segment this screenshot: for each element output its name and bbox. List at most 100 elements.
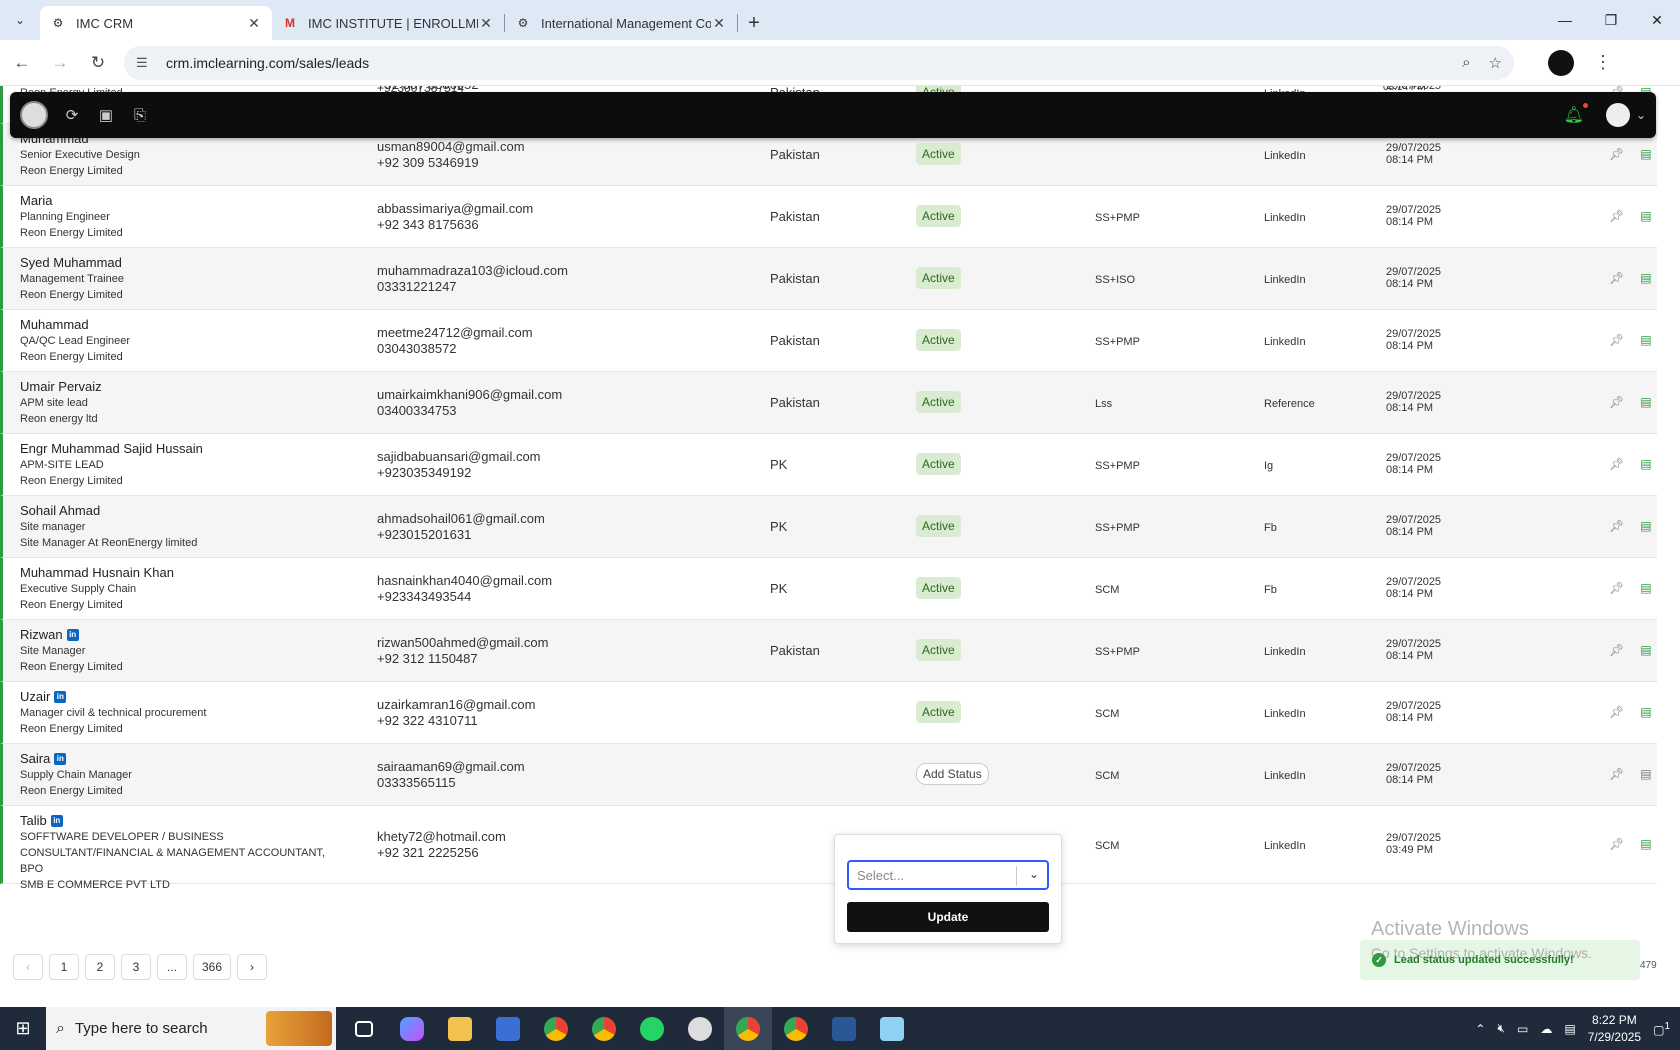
lead-name[interactable]: Rizwan <box>20 627 63 643</box>
status-badge[interactable]: Active <box>916 143 961 165</box>
linkedin-icon[interactable]: in <box>54 691 67 703</box>
restore-icon[interactable]: ❐ <box>1588 0 1634 40</box>
lead-phone[interactable]: +923035349192 <box>377 465 541 481</box>
browser-profile-avatar[interactable] <box>1548 49 1574 76</box>
speaker-muted-icon[interactable]: 🔇︎ <box>1497 1021 1505 1036</box>
windows-start-icon[interactable]: ⊞ <box>0 1007 46 1050</box>
battery-icon[interactable]: ▭ <box>1517 1022 1528 1036</box>
close-tab-icon[interactable]: ✕ <box>711 15 727 32</box>
chevron-down-icon[interactable]: ⌄ <box>1029 867 1039 881</box>
lead-name[interactable]: Muhammad Husnain Khan <box>20 565 174 581</box>
minimize-icon[interactable]: — <box>1542 0 1588 40</box>
task-view-icon[interactable] <box>340 1007 388 1050</box>
document-icon[interactable]: ⎘ <box>130 105 150 125</box>
notes-icon[interactable]: ▤ <box>1640 456 1651 472</box>
copilot-icon[interactable] <box>388 1007 436 1050</box>
update-button[interactable]: Update <box>847 902 1049 932</box>
notes-icon[interactable]: ▤ <box>1640 836 1651 852</box>
whatsapp-icon[interactable] <box>628 1007 676 1050</box>
notification-bell-icon[interactable]: 🔔︎ <box>1564 103 1588 125</box>
lead-phone[interactable]: +92 322 4310711 <box>377 713 535 729</box>
lead-name[interactable]: Syed Muhammad <box>20 255 122 271</box>
new-tab-button[interactable]: + <box>738 6 770 40</box>
status-badge[interactable]: Active <box>916 329 961 351</box>
lead-phone[interactable]: 03043038572 <box>377 341 533 357</box>
pin-icon[interactable]: 📌︎ <box>1609 456 1624 472</box>
lead-phone[interactable]: +92 321 2225256 <box>377 845 506 861</box>
page-button[interactable]: 3 <box>121 954 151 980</box>
pin-icon[interactable]: 📌︎ <box>1609 580 1624 596</box>
pin-icon[interactable]: 📌︎ <box>1609 270 1624 286</box>
notes-icon[interactable]: ▤ <box>1640 394 1651 410</box>
status-select[interactable]: Select... ⌄ <box>847 860 1049 890</box>
lead-email[interactable]: sairaaman69@gmail.com <box>377 759 525 775</box>
clock-app-icon[interactable] <box>676 1007 724 1050</box>
lead-name[interactable]: Umair Pervaiz <box>20 379 102 395</box>
tab-imc-enrollment[interactable]: M IMC INSTITUTE | ENROLLMENT ✕ <box>272 6 504 40</box>
lead-email[interactable]: muhammadraza103@icloud.com <box>377 263 568 279</box>
next-page-button[interactable]: › <box>237 954 268 980</box>
notes-icon[interactable]: ▤ <box>1640 518 1651 534</box>
linkedin-icon[interactable]: in <box>66 629 79 641</box>
table-row[interactable]: Muhammad Husnain Khan Executive Supply Ch… <box>0 558 1657 620</box>
table-row[interactable]: Uzair in Manager civil & technical procure… <box>0 682 1657 744</box>
lead-email[interactable]: khety72@hotmail.com <box>377 829 506 845</box>
taskbar-search[interactable]: ⌕ Type here to search <box>46 1007 336 1050</box>
imc-logo[interactable] <box>20 101 48 129</box>
pin-icon[interactable]: 📌︎ <box>1609 518 1624 534</box>
back-arrow-icon[interactable]: ← <box>6 47 38 79</box>
notes-icon[interactable]: ▤ <box>1640 580 1651 596</box>
pin-icon[interactable]: 📌︎ <box>1609 394 1624 410</box>
pin-icon[interactable]: 📌︎ <box>1609 642 1624 658</box>
lead-name[interactable]: Maria <box>20 193 53 209</box>
lead-email[interactable]: rizwan500ahmed@gmail.com <box>377 635 548 651</box>
chrome-icon[interactable] <box>532 1007 580 1050</box>
tab-international-management[interactable]: ⚙ International Management Con ✕ <box>505 6 737 40</box>
prev-page-button[interactable]: ‹ <box>13 954 43 980</box>
user-menu[interactable]: ⌄ <box>1605 103 1646 127</box>
pin-icon[interactable]: 📌︎ <box>1609 766 1624 782</box>
status-badge[interactable]: Active <box>916 577 961 599</box>
lead-name[interactable]: Sohail Ahmad <box>20 503 100 519</box>
page-button[interactable]: 366 <box>193 954 232 980</box>
url-text[interactable]: crm.imclearning.com/sales/leads <box>166 55 1462 71</box>
table-row[interactable]: Saira in Supply Chain Manager Reon Energy L… <box>0 744 1657 806</box>
table-row[interactable]: Talib in SOFFTWARE DEVELOPER / BUSINESS CO… <box>0 806 1657 891</box>
linkedin-icon[interactable]: in <box>54 753 67 765</box>
lead-phone[interactable]: 03331221247 <box>377 279 568 295</box>
pin-icon[interactable]: 📌︎ <box>1609 704 1624 720</box>
zoom-icon[interactable]: ⌕ <box>1462 54 1470 72</box>
table-row[interactable]: Engr Muhammad Sajid Hussain APM-SITE LEAD… <box>0 434 1657 496</box>
chevron-up-icon[interactable]: ⌃ <box>1475 1022 1485 1036</box>
lead-email[interactable]: abbassimariya@gmail.com <box>377 201 533 217</box>
status-badge[interactable]: Active <box>916 453 961 475</box>
site-info-icon[interactable]: ☰ <box>136 55 154 71</box>
chrome-icon[interactable] <box>580 1007 628 1050</box>
notes-icon[interactable]: ▤ <box>1640 146 1651 162</box>
word-icon[interactable] <box>820 1007 868 1050</box>
notes-icon[interactable]: ▤ <box>1640 332 1651 348</box>
lead-email[interactable]: uzairkamran16@gmail.com <box>377 697 535 713</box>
add-status-button[interactable]: Add Status <box>916 763 989 785</box>
lead-phone[interactable]: +92 309 5346919 <box>377 155 525 171</box>
lead-name[interactable]: Muhammad <box>20 317 89 333</box>
lead-phone[interactable]: +92 312 1150487 <box>377 651 548 667</box>
chrome-icon[interactable] <box>772 1007 820 1050</box>
table-row[interactable]: Maria Planning Engineer Reon Energy Limite… <box>0 186 1657 248</box>
notes-icon[interactable]: ▤ <box>1640 642 1651 658</box>
table-row[interactable]: Umair Pervaiz APM site lead Reon energy lt… <box>0 372 1657 434</box>
network-icon[interactable]: ▤ <box>1564 1022 1575 1036</box>
tab-imc-crm[interactable]: ⚙ IMC CRM ✕ <box>40 6 272 40</box>
lead-phone[interactable]: 03400334753 <box>377 403 562 419</box>
bookmark-star-icon[interactable]: ☆ <box>1489 54 1502 72</box>
notes-icon[interactable]: ▤ <box>1640 766 1651 782</box>
status-badge[interactable]: Active <box>916 701 961 723</box>
status-badge[interactable]: Active <box>916 639 961 661</box>
lead-email[interactable]: usman89004@gmail.com <box>377 139 525 155</box>
status-badge[interactable]: Active <box>916 515 961 537</box>
file-explorer-icon[interactable] <box>436 1007 484 1050</box>
lead-email[interactable]: meetme24712@gmail.com <box>377 325 533 341</box>
calendar-icon[interactable]: ▣ <box>96 105 116 125</box>
status-badge[interactable]: Active <box>916 267 961 289</box>
lead-name[interactable]: Engr Muhammad Sajid Hussain <box>20 441 203 457</box>
